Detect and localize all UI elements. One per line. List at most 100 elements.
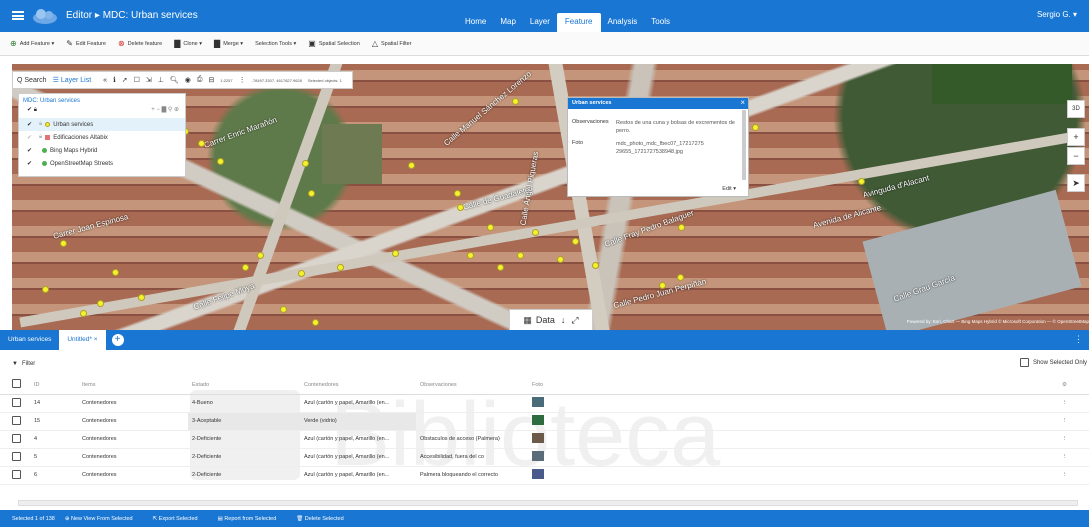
nav-map[interactable]: Map [493,17,523,32]
cell-contenedores[interactable]: Azul (cartón y papel, Amarillo (en... [300,448,416,467]
nav-tools[interactable]: Tools [644,17,677,32]
cell-estado[interactable]: 3-Aceptable [188,412,300,431]
cell-observaciones[interactable]: Palmera bloqueando el correcto [416,466,528,485]
photo-thumbnail[interactable] [532,469,544,479]
layer-tools-icon[interactable]: + − ▇ ⚲ ⊕ [151,106,179,113]
photo-thumbnail[interactable] [532,415,544,425]
feature-point[interactable] [280,306,287,313]
column-header-contenedores[interactable]: Contenedores [300,376,416,395]
row-checkbox[interactable] [12,433,21,443]
zoom-in-button[interactable]: + [1067,128,1085,146]
popup-value[interactable]: mdc_photo_mdc_fbec07_17217275 29655_1721… [616,140,744,157]
feature-point[interactable] [572,238,579,245]
feature-point[interactable] [677,274,684,281]
collapse-icon[interactable]: « [103,77,107,84]
locate-icon[interactable]: ◉ [185,76,191,84]
layer-list-button[interactable]: ☰ Layer List [53,76,98,84]
cell-observaciones[interactable]: Obstaculos de acceso (Palmera) [416,430,528,449]
clone-button[interactable]: ▇ Clone ▾ [174,39,202,48]
measure-icon[interactable]: ⇲ [146,76,152,84]
column-header-items[interactable]: Items [78,376,188,395]
add-feature-button[interactable]: ⊕ Add Feature ▾ [10,39,54,48]
layer-checkbox[interactable]: ✔ [27,160,35,167]
feature-point[interactable] [752,124,759,131]
row-menu-icon[interactable]: ⋮ [1062,436,1068,442]
add-tab-button[interactable]: + [111,334,124,346]
row-menu-icon[interactable]: ⋮ [1062,418,1068,424]
filter-icon[interactable]: ▼ [12,361,18,367]
feature-point[interactable] [408,162,415,169]
delete-selected-button[interactable]: 🗑︎ Delete Selected [296,516,353,522]
feature-point[interactable] [217,158,224,165]
table-horizontal-scrollbar[interactable] [18,500,1078,506]
cell-observaciones[interactable] [416,394,528,413]
merge-button[interactable]: ▇ Merge ▾ [214,39,243,48]
table-row[interactable]: 14 Contenedores 4-Bueno Azul (cartón y p… [0,394,1089,413]
column-header-observaciones[interactable]: Observaciones [416,376,528,395]
spatial-selection-button[interactable]: ▣ Spatial Selection [308,39,360,48]
feature-point[interactable] [97,300,104,307]
feature-point[interactable] [487,224,494,231]
cell-estado[interactable]: 2-Deficiente [188,466,300,485]
feature-point[interactable] [42,286,49,293]
column-header-id[interactable]: ID [30,376,78,395]
feature-point[interactable] [557,256,564,263]
row-menu-icon[interactable]: ⋮ [1062,454,1068,460]
table-row[interactable]: 4 Contenedores 2-Deficiente Azul (cartón… [0,430,1089,449]
photo-thumbnail[interactable] [532,433,544,443]
popup-scrollbar[interactable] [742,110,746,180]
pin-icon[interactable]: ⊥ [158,76,164,84]
cell-estado[interactable]: 2-Deficiente [188,430,300,449]
row-checkbox[interactable] [12,451,21,461]
cell-contenedores[interactable]: Verde (vidrio) [300,412,416,431]
table-row[interactable]: 15 Contenedores 3-Aceptable Verde (vidri… [0,412,1089,431]
row-menu-icon[interactable]: ⋮ [1062,400,1068,406]
row-checkbox[interactable] [12,469,21,479]
cell-observaciones[interactable] [416,412,528,431]
feature-point[interactable] [198,140,205,147]
hamburger-menu-icon[interactable] [12,11,24,20]
photo-thumbnail[interactable] [532,451,544,461]
close-icon[interactable]: × [740,98,745,107]
show-selected-only[interactable]: Show Selected Only [1019,358,1087,367]
user-menu[interactable]: Sergio G. ▾ [1037,10,1077,19]
edit-feature-button[interactable]: ✎ Edit Feature [66,39,106,48]
feature-point[interactable] [592,262,599,269]
layer-row-edificaciones[interactable]: ✔ 🔒︎ Edificaciones Altabix [19,131,185,144]
feature-point[interactable] [302,160,309,167]
cell-estado[interactable]: 2-Deficiente [188,448,300,467]
more-options-icon[interactable]: ⋮ [1074,334,1083,345]
export-selected-button[interactable]: ⇱ Export Selected [153,516,208,522]
feature-point[interactable] [298,270,305,277]
settings-gear-icon[interactable]: ⚙ [1062,382,1067,388]
map-search-button[interactable]: Q Search [17,77,47,84]
3d-toggle-button[interactable]: 3D [1067,100,1085,118]
cell-observaciones[interactable]: Accesibilidad, fuera del co [416,448,528,467]
tab-urban-services[interactable]: Urban services [0,330,59,350]
feature-point[interactable] [257,252,264,259]
feature-point[interactable] [454,190,461,197]
row-menu-icon[interactable]: ⋮ [1062,472,1068,478]
select-all-checkbox[interactable] [12,379,21,389]
feature-point[interactable] [138,294,145,301]
show-selected-checkbox[interactable] [1019,358,1029,367]
layer-row-bing[interactable]: ✔ Bing Maps Hybrid [19,144,185,157]
layer-row-urban-services[interactable]: ✔ 🔒︎ Urban services [19,118,185,131]
check-all-icon[interactable]: ✔ 🔒︎ [27,106,37,114]
table-row[interactable]: 5 Contenedores 2-Deficiente Azul (cartón… [0,448,1089,467]
column-header-estado[interactable]: Estado [188,376,300,395]
spatial-filter-button[interactable]: △ Spatial Filter [372,39,412,48]
table-row[interactable]: 6 Contenedores 2-Deficiente Azul (cartón… [0,466,1089,485]
report-selected-button[interactable]: ▤ Report from Selected [218,516,287,522]
nav-analysis[interactable]: Analysis [601,17,645,32]
nav-feature[interactable]: Feature [556,13,601,32]
feature-point[interactable] [242,264,249,271]
zoom-out-button[interactable]: − [1067,147,1085,165]
feature-point[interactable] [312,319,319,326]
feature-point[interactable] [858,178,865,185]
nav-home[interactable]: Home [458,17,493,32]
locate-button[interactable]: ➤ [1067,174,1085,192]
feature-point[interactable] [60,240,67,247]
zoom-icon[interactable]: 🔍︎ [170,76,179,84]
selection-tools-button[interactable]: Selection Tools ▾ [255,41,296,47]
